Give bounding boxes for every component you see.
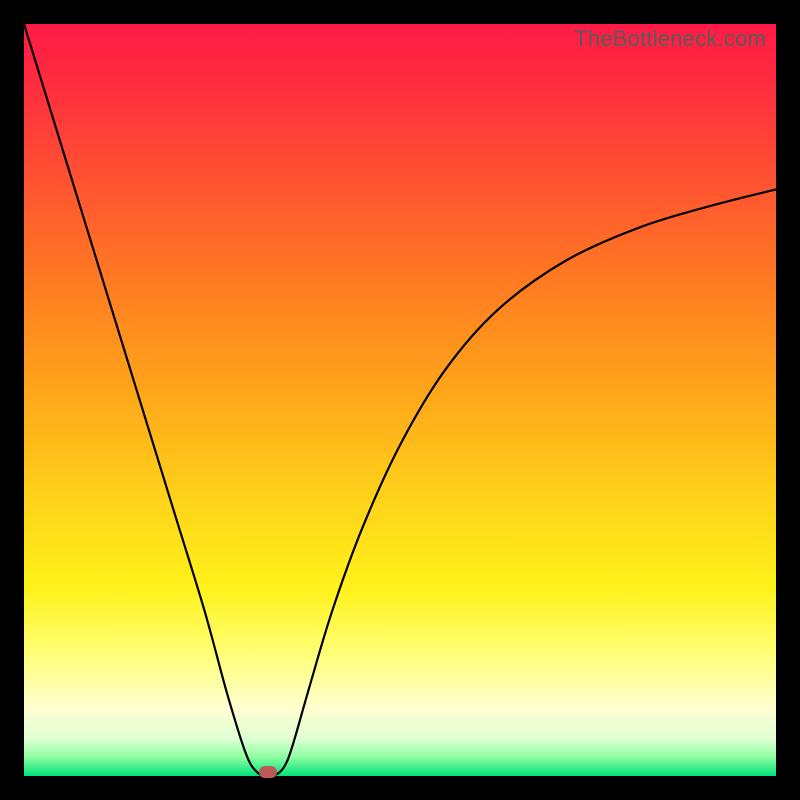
bottleneck-curve — [24, 24, 776, 776]
plot-area: TheBottleneck.com — [24, 24, 776, 776]
chart-frame: TheBottleneck.com — [0, 0, 800, 800]
minimum-marker — [259, 766, 277, 778]
